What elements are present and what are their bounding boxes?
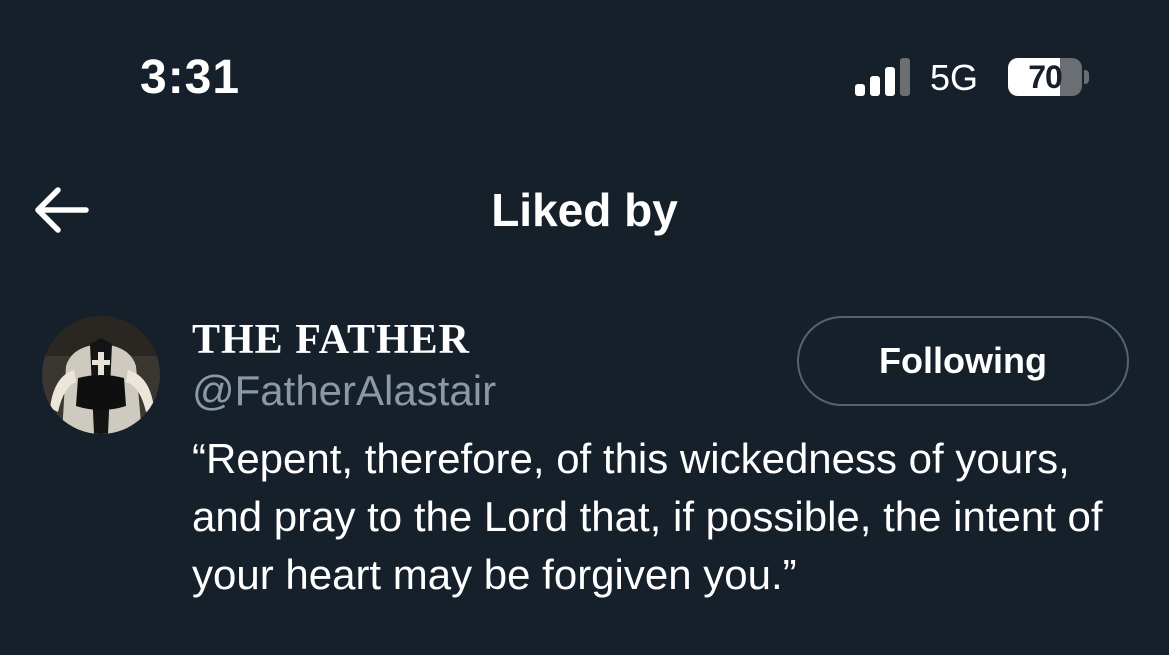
avatar[interactable] xyxy=(42,316,160,434)
user-bio: “Repent, therefore, of this wickedness o… xyxy=(192,435,1103,598)
page-title: Liked by xyxy=(491,184,678,236)
network-type: 5G xyxy=(930,57,979,98)
header: Liked by xyxy=(0,160,1169,260)
avatar-image xyxy=(42,316,160,434)
cellular-signal-icon xyxy=(855,58,910,96)
user-list-item[interactable]: THE FATHER @FatherAlastair Following “Re… xyxy=(0,300,1169,620)
user-handle: @FatherAlastair xyxy=(192,367,497,414)
following-button[interactable]: Following xyxy=(797,316,1129,406)
status-bar: 3:31 5G 70 xyxy=(0,0,1169,150)
battery-nub xyxy=(1084,70,1089,84)
battery-icon: 70 xyxy=(1008,58,1082,96)
user-display-name[interactable]: THE FATHER xyxy=(192,316,470,364)
battery-level: 70 xyxy=(1028,59,1063,95)
status-time: 3:31 xyxy=(140,51,241,104)
